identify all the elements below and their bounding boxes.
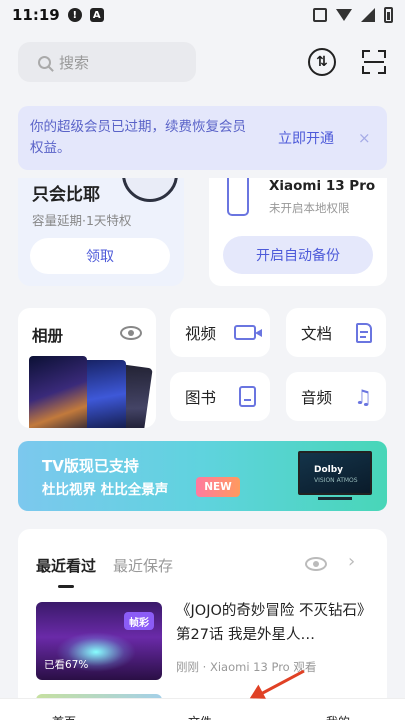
tile-label: 文档: [301, 324, 333, 343]
vibrate-icon: [313, 8, 327, 22]
tv-icon: Dolby VISION ATMOS: [298, 451, 372, 495]
device-card: Xiaomi 13 Pro 未开启本地权限 开启自动备份: [209, 178, 387, 286]
nav-me[interactable]: 我的: [326, 713, 350, 720]
album-photo: [29, 356, 87, 428]
tab-recently-watched[interactable]: 最近看过: [36, 555, 96, 576]
video-title[interactable]: 《JOJO的奇妙冒险 不灭钻石》第27话 我是外星人…: [176, 599, 372, 647]
tile-document[interactable]: 文档: [286, 308, 386, 357]
bottom-nav: 首页 文件 我的: [0, 698, 405, 720]
sync-icon[interactable]: ⇅: [308, 48, 336, 76]
nav-home[interactable]: 首页: [52, 713, 76, 720]
eye-icon[interactable]: [120, 326, 142, 340]
status-time: 11:19: [12, 6, 60, 24]
tile-book[interactable]: 图书: [170, 372, 270, 421]
phone-icon: [227, 178, 249, 216]
signal-icon: [361, 8, 375, 22]
device-status: 未开启本地权限: [269, 201, 350, 215]
tile-label: 视频: [185, 324, 217, 343]
vip-card: 只会比耶 容量延期·1天特权 领取: [18, 178, 184, 286]
banner-message: 你的超级会员已过期，续费恢复会员权益。: [30, 119, 246, 156]
chevron-right-icon[interactable]: ›: [348, 551, 355, 572]
music-icon: ♫: [354, 384, 372, 409]
tv-stand: [318, 497, 352, 500]
search-input[interactable]: 搜索: [18, 42, 196, 82]
system-icons: [313, 7, 393, 23]
search-placeholder: 搜索: [59, 53, 90, 72]
tile-label: 音频: [301, 388, 333, 407]
scan-icon[interactable]: [360, 48, 388, 76]
video-icon: [234, 325, 262, 340]
tile-video[interactable]: 视频: [170, 308, 270, 357]
vip-card-title: 只会比耶: [32, 185, 100, 205]
wifi-icon: [336, 9, 352, 21]
tv-banner-title: TV版现已支持: [42, 457, 139, 475]
tv-banner-subtitle: 杜比视界 杜比全景声: [42, 482, 169, 498]
a-letter-icon: A: [89, 8, 104, 22]
vip-expired-banner: 你的超级会员已过期，续费恢复会员权益。 立即开通 ×: [18, 106, 387, 170]
claim-button[interactable]: 领取: [30, 238, 170, 274]
watch-progress: 已看67%: [44, 659, 89, 671]
status-bar: 11:19 ! A: [0, 0, 405, 30]
eye-icon[interactable]: [305, 557, 327, 571]
tv-brand-sub: VISION ATMOS: [314, 477, 358, 484]
tile-audio[interactable]: 音频 ♫: [286, 372, 386, 421]
quality-badge: 帧彩: [124, 612, 154, 630]
tab-indicator: [58, 585, 74, 588]
recent-section: 最近看过 最近保存 › 帧彩 已看67% 《JOJO的奇妙冒险 不灭钻石》第27…: [18, 529, 387, 714]
renew-button[interactable]: 立即开通: [278, 128, 334, 148]
tv-brand: Dolby: [314, 465, 344, 475]
tv-promo-banner[interactable]: TV版现已支持 杜比视界 杜比全景声 NEW Dolby VISION ATMO…: [18, 441, 387, 511]
mascot-icon: [122, 178, 178, 202]
device-name: Xiaomi 13 Pro: [269, 178, 376, 194]
document-icon: [356, 322, 372, 343]
nav-files[interactable]: 文件: [188, 713, 212, 720]
tab-recently-saved[interactable]: 最近保存: [113, 555, 173, 576]
album-label: 相册: [32, 327, 64, 345]
search-icon: [38, 55, 51, 69]
header: 搜索 ⇅: [18, 42, 388, 82]
alert-icon: !: [67, 8, 82, 22]
close-icon[interactable]: ×: [358, 129, 371, 147]
book-icon: [239, 386, 256, 407]
video-thumbnail[interactable]: 帧彩 已看67%: [36, 602, 162, 680]
tile-label: 图书: [185, 388, 217, 407]
album-card[interactable]: 相册: [18, 308, 156, 428]
vip-card-subtitle: 容量延期·1天特权: [32, 213, 132, 228]
battery-icon: [384, 7, 393, 23]
auto-backup-button[interactable]: 开启自动备份: [223, 236, 373, 274]
new-badge: NEW: [196, 477, 240, 497]
